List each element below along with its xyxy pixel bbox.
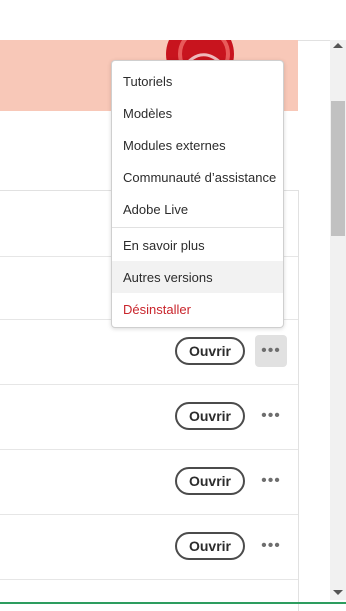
list-row: Ouvrir ••• bbox=[0, 384, 298, 450]
top-bar bbox=[0, 0, 346, 41]
menu-item-desinstaller[interactable]: Désinstaller bbox=[112, 293, 283, 325]
list-row: Ouvrir ••• bbox=[0, 319, 298, 385]
open-button[interactable]: Ouvrir bbox=[175, 402, 245, 430]
more-options-icon[interactable]: ••• bbox=[255, 335, 287, 367]
scroll-up-icon[interactable] bbox=[333, 43, 343, 48]
more-options-icon[interactable]: ••• bbox=[255, 465, 287, 497]
menu-item-tutoriels[interactable]: Tutoriels bbox=[112, 65, 283, 97]
menu-item-autres-versions[interactable]: Autres versions bbox=[112, 261, 283, 293]
menu-item-adobe-live[interactable]: Adobe Live bbox=[112, 193, 283, 225]
menu-item-modules-externes[interactable]: Modules externes bbox=[112, 129, 283, 161]
scroll-down-icon[interactable] bbox=[333, 590, 343, 595]
more-options-icon[interactable]: ••• bbox=[255, 530, 287, 562]
open-button[interactable]: Ouvrir bbox=[175, 467, 245, 495]
list-row: Ouvrir ••• bbox=[0, 449, 298, 515]
list-row: Ouvrir ••• bbox=[0, 514, 298, 580]
menu-item-en-savoir-plus[interactable]: En savoir plus bbox=[112, 229, 283, 261]
menu-separator bbox=[112, 227, 283, 228]
more-options-icon[interactable]: ••• bbox=[255, 400, 287, 432]
open-button[interactable]: Ouvrir bbox=[175, 337, 245, 365]
context-menu: Tutoriels Modèles Modules externes Commu… bbox=[111, 60, 284, 328]
menu-item-modeles[interactable]: Modèles bbox=[112, 97, 283, 129]
scrollbar-thumb[interactable] bbox=[331, 101, 345, 236]
open-button[interactable]: Ouvrir bbox=[175, 532, 245, 560]
menu-item-communaute[interactable]: Communauté d’assistance bbox=[112, 161, 283, 193]
